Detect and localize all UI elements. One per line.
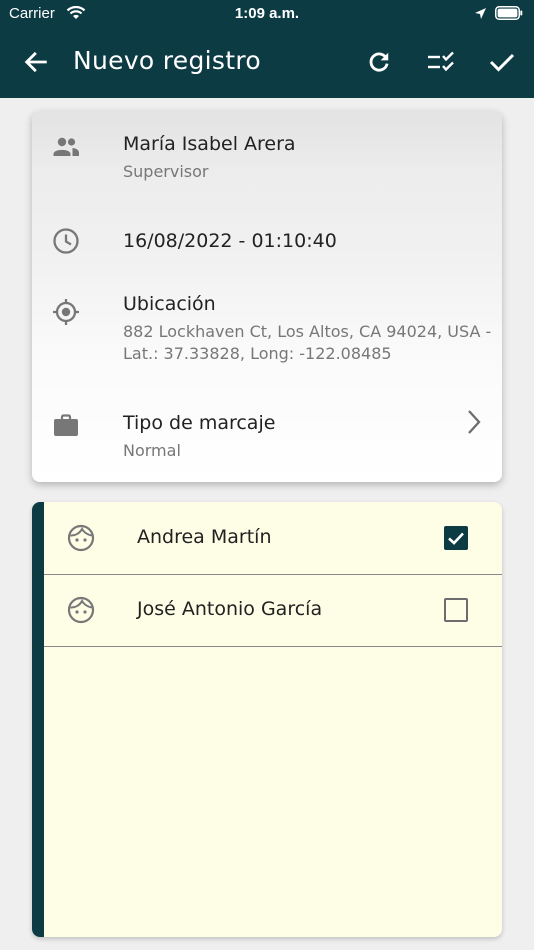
status-bar: Carrier 1:09 a.m. <box>0 0 534 28</box>
checkmark-icon <box>448 532 464 545</box>
location-label: Ubicación <box>123 293 216 315</box>
mark-type-selector[interactable]: Tipo de marcaje Normal <box>32 396 502 482</box>
location-row: Ubicación 882 Lockhaven Ct, Los Altos, C… <box>32 281 502 386</box>
clock-icon <box>53 228 79 254</box>
person-checkbox[interactable] <box>444 526 468 550</box>
person-name: José Antonio García <box>137 598 323 620</box>
page-title: Nuevo registro <box>73 46 261 75</box>
location-coordinates: Lat.: 37.33828, Long: -122.08485 <box>123 344 392 363</box>
user-name: María Isabel Arera <box>123 133 296 155</box>
people-icon <box>53 137 79 156</box>
app-header: Carrier 1:09 a.m. Nuevo registro <box>0 0 534 98</box>
mark-type-label: Tipo de marcaje <box>123 412 276 434</box>
location-address: 882 Lockhaven Ct, Los Altos, CA 94024, U… <box>123 322 492 341</box>
battery-icon <box>495 6 523 20</box>
register-info-card: María Isabel Arera Supervisor 16/08/2022… <box>32 111 502 482</box>
mark-type-value: Normal <box>123 441 181 460</box>
people-list: Andrea Martín José Antonio García <box>32 502 502 937</box>
user-role: Supervisor <box>123 162 209 181</box>
navigation-bar: Nuevo registro <box>0 28 534 98</box>
confirm-check-icon[interactable] <box>488 49 516 75</box>
location-arrow-icon <box>475 8 486 19</box>
briefcase-icon <box>54 414 78 436</box>
chevron-right-icon <box>468 410 481 434</box>
person-name: Andrea Martín <box>137 526 272 548</box>
datetime-value: 16/08/2022 - 01:10:40 <box>123 230 337 252</box>
status-time: 1:09 a.m. <box>234 5 300 22</box>
face-icon <box>67 524 95 552</box>
datetime-row: 16/08/2022 - 01:10:40 <box>32 201 502 281</box>
refresh-icon[interactable] <box>366 49 392 75</box>
list-item-person-1[interactable]: Andrea Martín <box>44 502 502 575</box>
person-checkbox[interactable] <box>444 598 468 622</box>
list-item-person-2[interactable]: José Antonio García <box>44 574 502 647</box>
list-accent-bar <box>32 502 44 937</box>
select-all-checklist-icon[interactable] <box>426 49 456 75</box>
back-arrow-icon[interactable] <box>22 48 50 76</box>
gps-location-icon <box>53 299 79 325</box>
user-row: María Isabel Arera Supervisor <box>32 111 502 201</box>
face-icon <box>67 596 95 624</box>
